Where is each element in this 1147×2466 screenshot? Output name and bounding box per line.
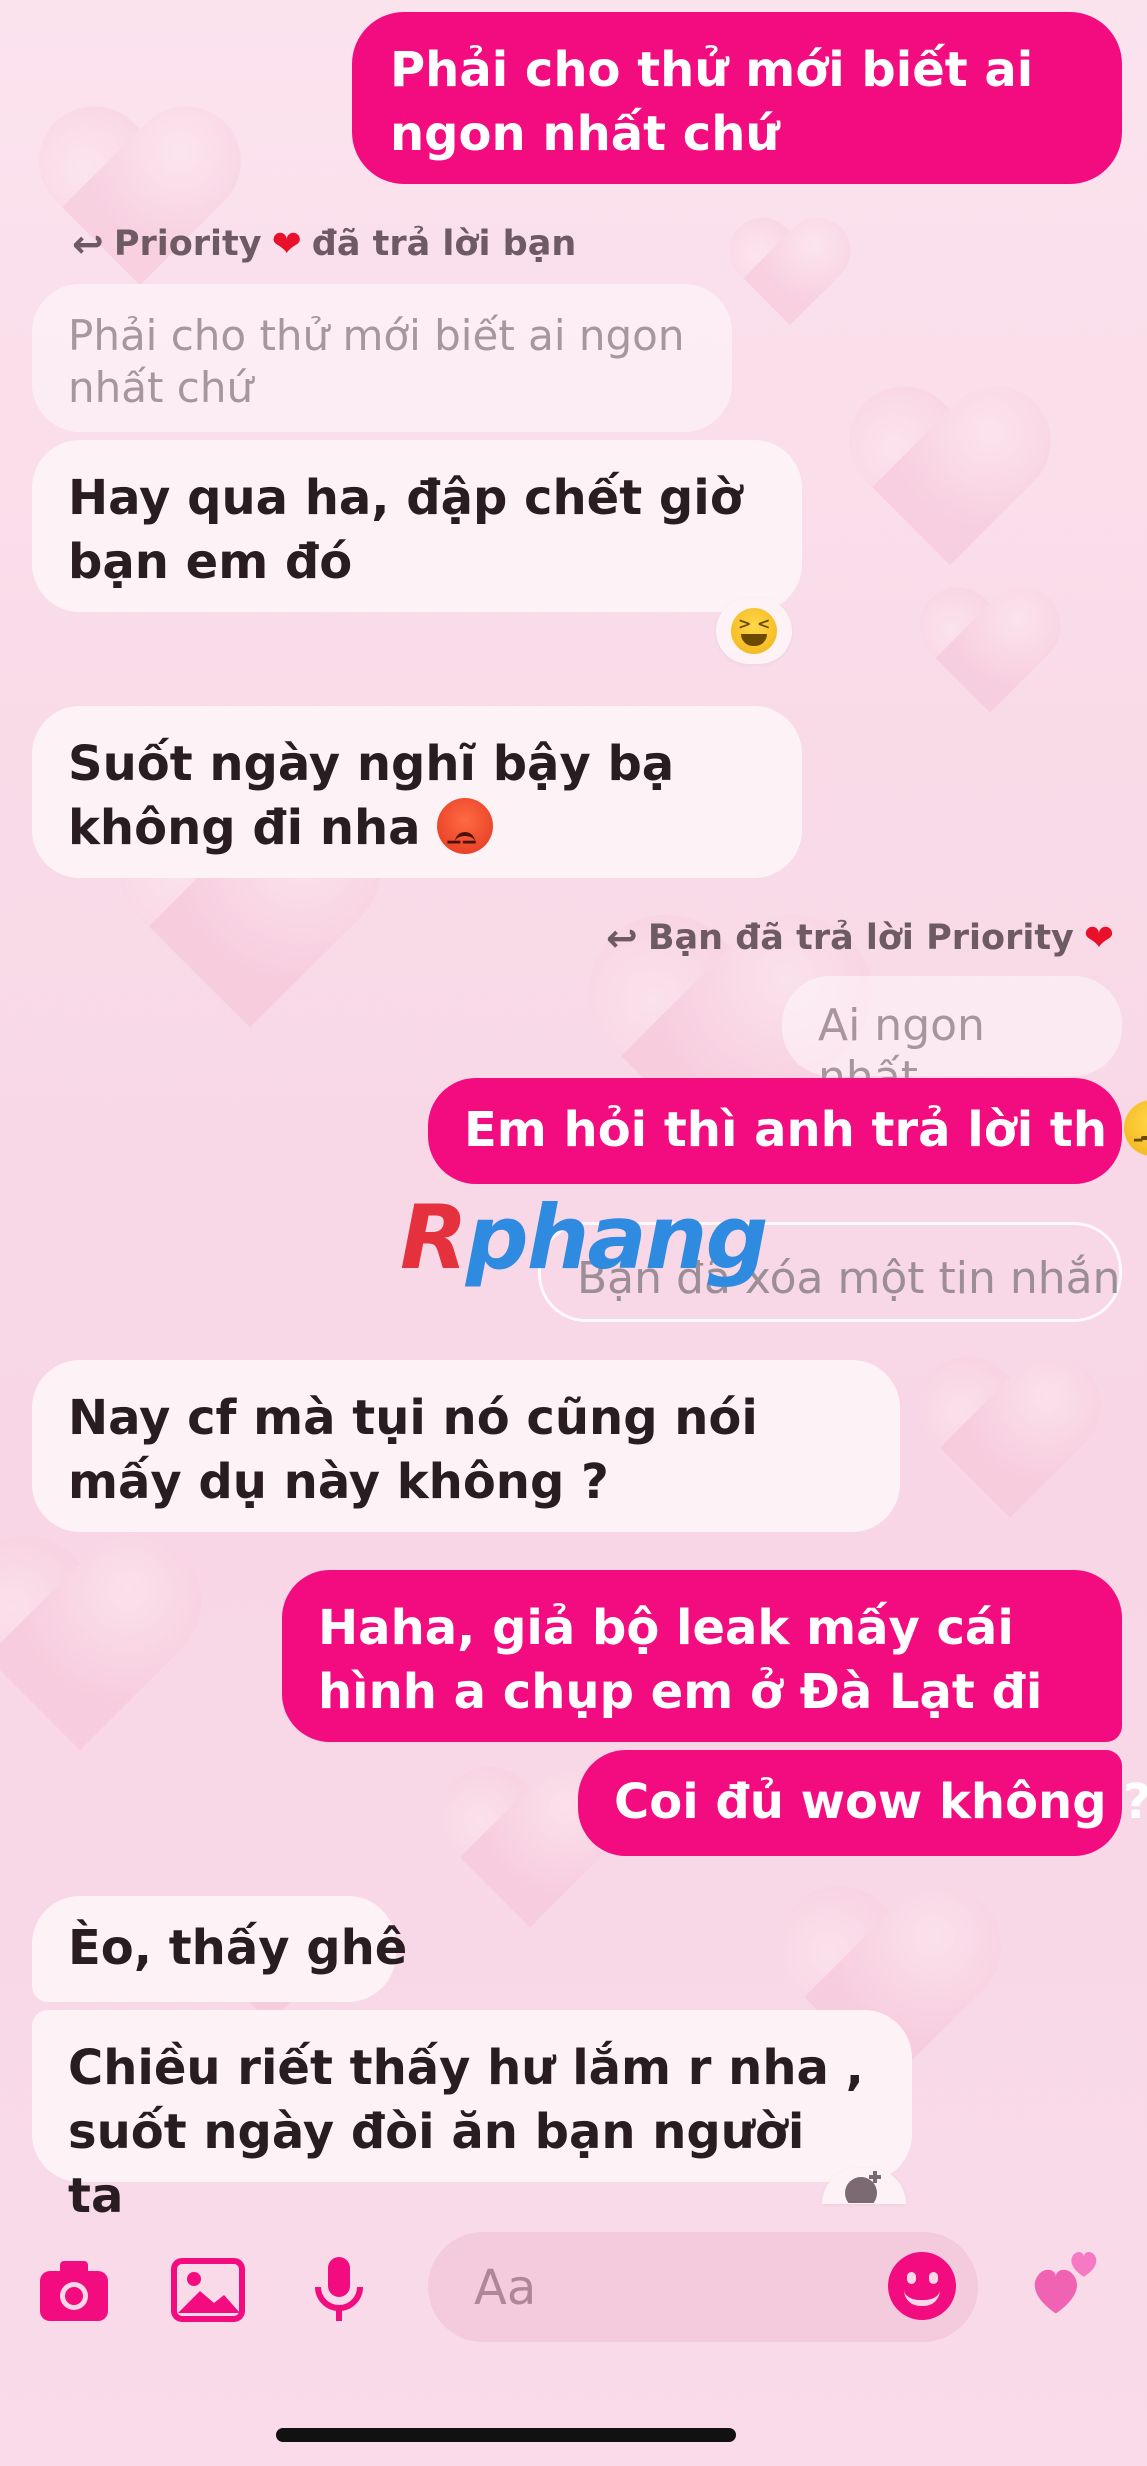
reply-arrow-icon: ↩ — [72, 222, 104, 266]
message-bubble[interactable]: Phải cho thử mới biết ai ngon nhất chứ — [352, 12, 1122, 184]
home-indicator[interactable] — [276, 2428, 736, 2442]
red-heart-icon: ❤ — [1083, 917, 1115, 959]
quoted-message[interactable]: Phải cho thử mới biết ai ngon nhất chứ — [32, 284, 732, 432]
expressionless-emoji-icon — [1123, 1100, 1147, 1172]
red-heart-icon: ❤ — [271, 223, 302, 265]
microphone-icon[interactable] — [300, 2255, 376, 2325]
message-bubble[interactable]: Coi đủ wow không ? — [578, 1750, 1147, 1856]
reply-label: Bạn đã trả lời Priority — [647, 918, 1074, 958]
message-bubble[interactable]: Èo, thấy ghê — [32, 1896, 407, 2002]
hearts-icon[interactable] — [1024, 2247, 1114, 2317]
message-text: Em hỏi thì anh trả lời th — [464, 1102, 1107, 1158]
camera-icon[interactable] — [36, 2255, 112, 2325]
message-text: Suốt ngày nghĩ bậy bạ không đi nha — [68, 736, 675, 856]
reply-label: đã trả lời bạn — [311, 224, 577, 264]
message-bubble[interactable]: Em hỏi thì anh trả lời th — [428, 1078, 1147, 1184]
watermark-letter: R — [400, 1186, 468, 1289]
watermark-logo: Rphang — [400, 1186, 769, 1289]
reply-indicator: ↩ Bạn đã trả lời Priority ❤ — [606, 916, 1114, 960]
watermark-text: phang — [465, 1186, 769, 1289]
image-icon[interactable] — [170, 2255, 246, 2325]
message-bubble[interactable]: Suốt ngày nghĩ bậy bạ không đi nha — [32, 706, 802, 878]
message-input-placeholder: Aa — [474, 2260, 537, 2316]
message-bubble[interactable]: Hay qua ha, đập chết giờ bạn em đó — [32, 440, 802, 612]
reply-sender-name: Priority — [113, 224, 262, 264]
message-bubble[interactable]: Chiều riết thấy hư lắm r nha , suốt ngày… — [32, 2010, 912, 2224]
quoted-message[interactable]: Ai ngon nhất — [782, 976, 1122, 1103]
add-reaction-icon — [845, 2171, 881, 2203]
message-bubble[interactable]: Haha, giả bộ leak mấy cái hình a chụp em… — [282, 1570, 1122, 1742]
reply-indicator: ↩ Priority ❤ đã trả lời bạn — [72, 222, 576, 266]
emoji-icon[interactable] — [888, 2252, 956, 2320]
laughing-emoji-icon — [731, 608, 777, 654]
reaction-badge[interactable] — [716, 598, 792, 664]
message-bubble[interactable]: Nay cf mà tụi nó cũng nói mấy dụ này khô… — [32, 1360, 900, 1532]
message-input[interactable]: Aa — [428, 2232, 978, 2342]
angry-emoji-icon — [437, 798, 494, 874]
reply-arrow-icon: ↩ — [606, 916, 638, 960]
